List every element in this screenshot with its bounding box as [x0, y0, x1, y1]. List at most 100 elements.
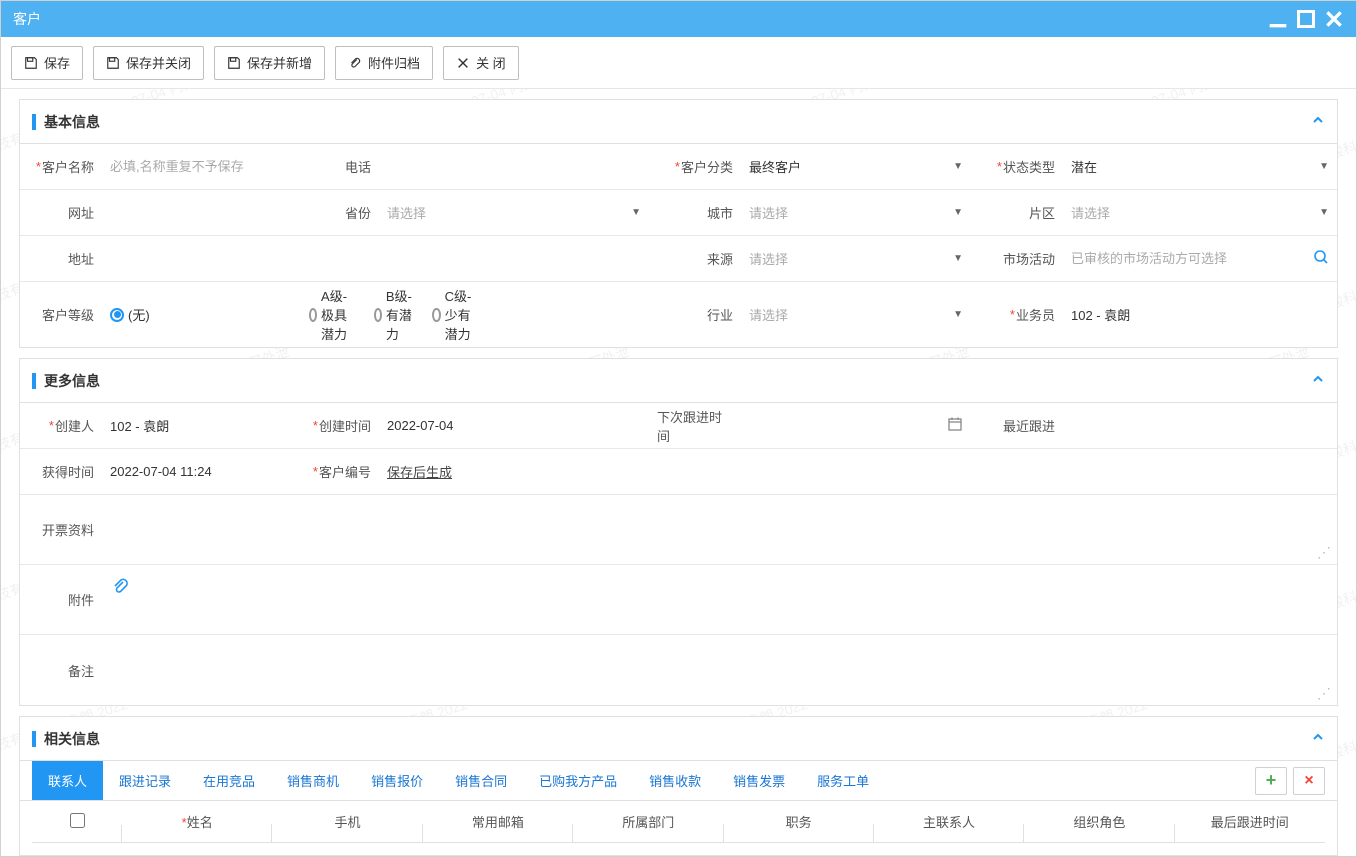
- save-icon: [24, 56, 38, 70]
- level-radio-option[interactable]: B级-有潜力: [374, 286, 415, 343]
- section-related-info: 相关信息 联系人跟进记录在用竞品销售商机销售报价销售合同已购我方产品销售收款销售…: [19, 716, 1338, 856]
- calendar-icon[interactable]: [947, 416, 963, 435]
- toolbar: 保存 保存并关闭 保存并新增 附件归档 关 闭: [1, 37, 1356, 89]
- window-title: 客户: [13, 9, 1260, 29]
- paperclip-icon[interactable]: [110, 577, 130, 602]
- tab[interactable]: 已购我方产品: [523, 761, 633, 800]
- content-area: 杭州八骏科技有限公司 袁朗 2022-07-04 内部资料，不可外泄杭州八骏科技…: [1, 89, 1356, 856]
- radio-icon: [309, 308, 317, 322]
- table-column-header: 常用邮箱: [423, 812, 573, 831]
- level-radio-option[interactable]: (无): [110, 305, 291, 324]
- level-radio-option[interactable]: A级-极具潜力: [309, 286, 356, 343]
- section-title: 相关信息: [44, 729, 1311, 749]
- table-column-header: 主联系人: [874, 812, 1024, 831]
- tab[interactable]: 销售收款: [633, 761, 717, 800]
- tab[interactable]: 销售发票: [717, 761, 801, 800]
- collapse-icon[interactable]: [1311, 730, 1325, 747]
- collapse-icon[interactable]: [1311, 372, 1325, 389]
- label-recent-follow: 最近跟进: [971, 403, 1063, 448]
- radio-icon: [374, 308, 382, 322]
- province-select[interactable]: 请选择▼: [387, 203, 641, 222]
- market-activity-input[interactable]: [1071, 251, 1307, 266]
- next-follow-input[interactable]: [749, 418, 941, 433]
- titlebar: 客户: [1, 1, 1356, 37]
- tab[interactable]: 服务工单: [801, 761, 885, 800]
- radio-label: B级-有潜力: [386, 286, 414, 343]
- table-column-header: 组织角色: [1024, 812, 1174, 831]
- tab[interactable]: 销售报价: [355, 761, 439, 800]
- website-input[interactable]: [110, 205, 289, 220]
- level-radio-group: (无) A级-极具潜力 B级-有潜力 C级-少有潜力: [110, 286, 479, 343]
- label-city: 城市: [649, 190, 741, 235]
- label-market-activity: 市场活动: [971, 236, 1063, 281]
- table-column-header: 职务: [724, 812, 874, 831]
- tab[interactable]: 联系人: [32, 761, 103, 800]
- save-button[interactable]: 保存: [11, 46, 83, 80]
- label-obtain-time: 获得时间: [20, 449, 102, 494]
- tab[interactable]: 销售合同: [439, 761, 523, 800]
- search-icon[interactable]: [1313, 249, 1329, 268]
- save-new-button[interactable]: 保存并新增: [214, 46, 325, 80]
- label-attachment: 附件: [20, 565, 102, 634]
- label-create-time: *创建时间: [297, 403, 379, 448]
- label-phone: 电话: [297, 144, 379, 189]
- section-accent-bar: [32, 373, 36, 389]
- invoice-info-textarea[interactable]: [110, 507, 1329, 557]
- save-close-button[interactable]: 保存并关闭: [93, 46, 204, 80]
- close-button[interactable]: 关 闭: [443, 46, 519, 80]
- label-area: 片区: [971, 190, 1063, 235]
- radio-label: (无): [128, 305, 150, 324]
- select-all-checkbox[interactable]: [70, 813, 85, 828]
- status-type-select[interactable]: 潜在▼: [1071, 157, 1329, 176]
- close-window-button[interactable]: [1324, 9, 1344, 29]
- remark-textarea[interactable]: [110, 647, 1329, 697]
- label-next-follow: 下次跟进时间: [649, 403, 741, 448]
- address-input[interactable]: [110, 251, 641, 266]
- phone-input[interactable]: [387, 159, 641, 174]
- section-title: 更多信息: [44, 371, 1311, 391]
- collapse-icon[interactable]: [1311, 113, 1325, 130]
- save-icon: [227, 56, 241, 70]
- table-header: *姓名手机常用邮箱所属部门职务主联系人组织角色最后跟进时间: [32, 801, 1325, 843]
- section-basic-info: 基本信息 *客户名称 电话 *客户分类 最终客户▼ *状态类型 潜在▼ 网址: [19, 99, 1338, 348]
- source-select[interactable]: 请选择▼: [749, 249, 963, 268]
- radio-label: C级-少有潜力: [445, 286, 480, 343]
- label-customer-no: *客户编号: [297, 449, 379, 494]
- maximize-button[interactable]: [1296, 9, 1316, 29]
- area-select[interactable]: 请选择▼: [1071, 203, 1329, 222]
- attachment-archive-button[interactable]: 附件归档: [335, 46, 433, 80]
- city-select[interactable]: 请选择▼: [749, 203, 963, 222]
- close-icon: [456, 56, 470, 70]
- section-more-info: 更多信息 *创建人 102 - 袁朗 *创建时间 2022-07-04 下次跟进…: [19, 358, 1338, 706]
- label-status-type: *状态类型: [971, 144, 1063, 189]
- label-creator: *创建人: [20, 403, 102, 448]
- label-salesman: *业务员: [971, 282, 1063, 347]
- tab[interactable]: 在用竞品: [187, 761, 271, 800]
- section-accent-bar: [32, 731, 36, 747]
- tab[interactable]: 销售商机: [271, 761, 355, 800]
- customer-no-value: 保存后生成: [387, 462, 452, 481]
- level-radio-option[interactable]: C级-少有潜力: [432, 286, 479, 343]
- section-accent-bar: [32, 114, 36, 130]
- label-province: 省份: [297, 190, 379, 235]
- salesman-value[interactable]: 102 - 袁朗: [1071, 305, 1329, 324]
- label-level: 客户等级: [20, 282, 102, 347]
- creator-value: 102 - 袁朗: [110, 416, 289, 435]
- customer-name-input[interactable]: [110, 159, 289, 174]
- label-invoice-info: 开票资料: [20, 495, 102, 564]
- create-time-value: 2022-07-04: [387, 418, 641, 433]
- add-row-button[interactable]: +: [1255, 767, 1287, 795]
- recent-follow-input[interactable]: [1071, 418, 1329, 433]
- table-column-header: *姓名: [122, 812, 272, 831]
- tab[interactable]: 跟进记录: [103, 761, 187, 800]
- minimize-button[interactable]: [1268, 9, 1288, 29]
- table-column-header: 手机: [272, 812, 422, 831]
- table-header-checkbox: [32, 813, 122, 831]
- category-select[interactable]: 最终客户▼: [749, 157, 963, 176]
- delete-row-button[interactable]: ×: [1293, 767, 1325, 795]
- label-address: 地址: [20, 236, 102, 281]
- obtain-time-value: 2022-07-04 11:24: [110, 464, 289, 479]
- industry-select[interactable]: 请选择▼: [749, 305, 963, 324]
- label-category: *客户分类: [649, 144, 741, 189]
- tabs-row: 联系人跟进记录在用竞品销售商机销售报价销售合同已购我方产品销售收款销售发票服务工…: [20, 761, 1337, 801]
